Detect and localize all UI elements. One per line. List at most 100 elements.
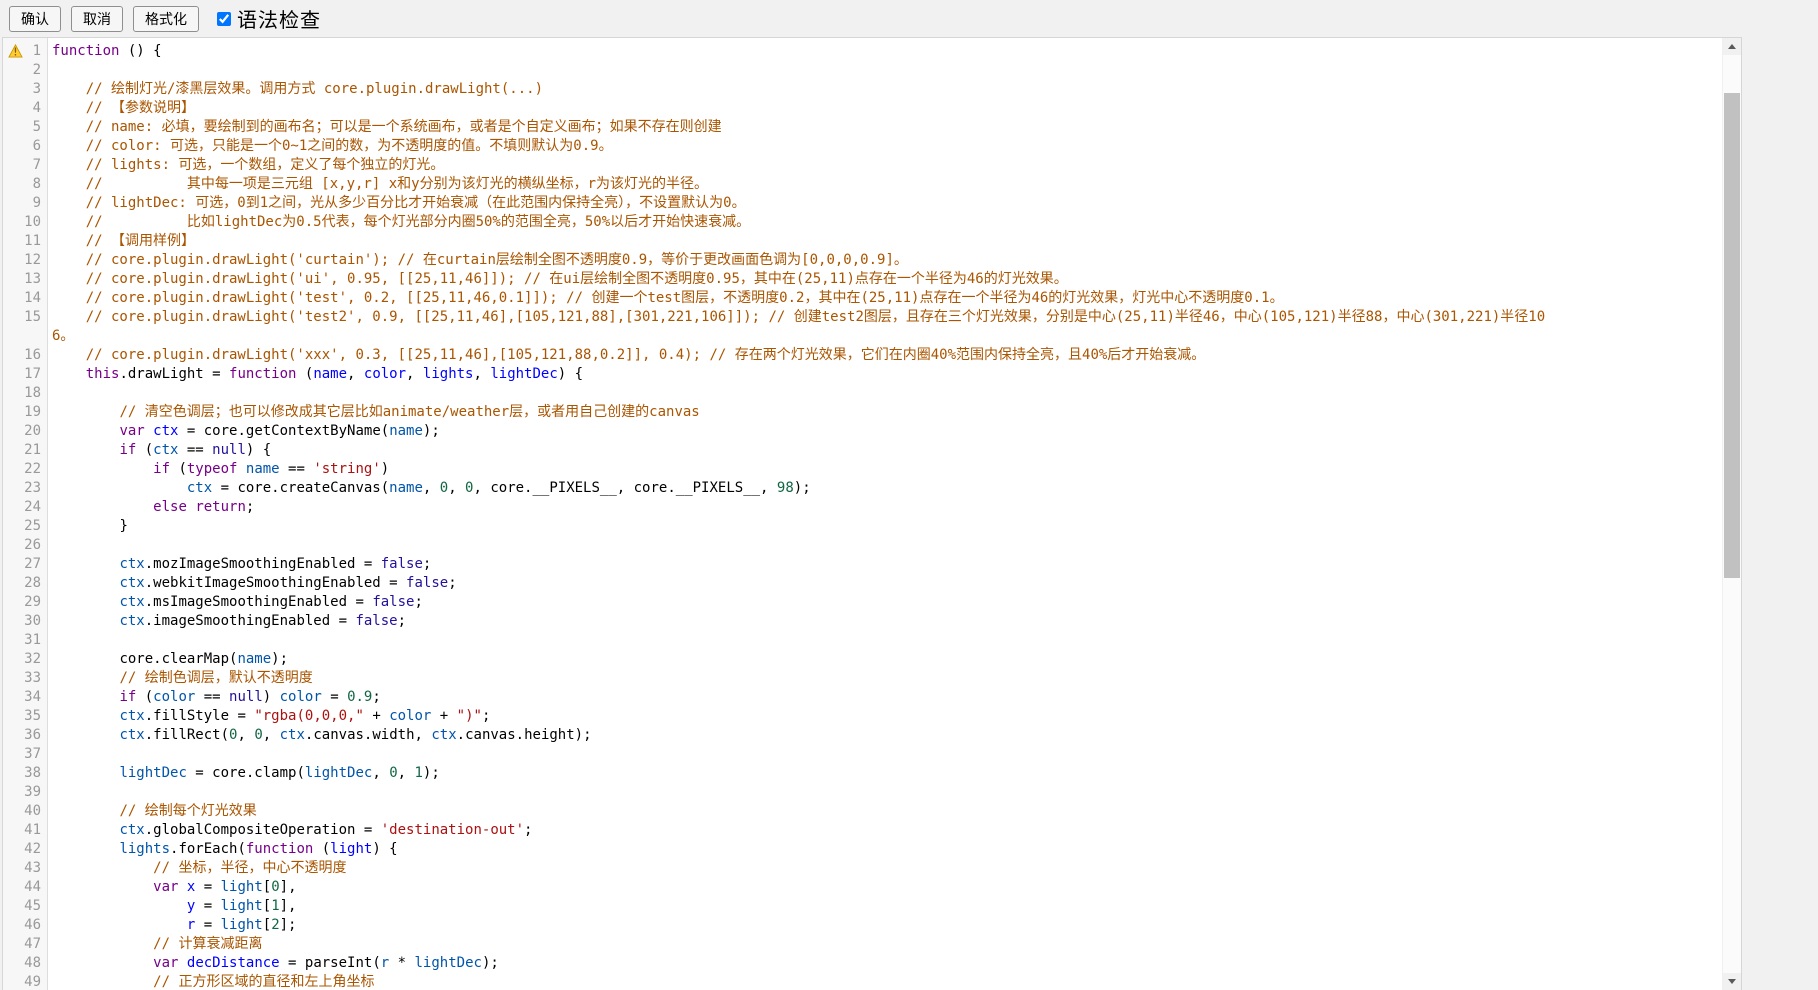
line-number: 8 bbox=[3, 175, 47, 194]
code-text[interactable]: ctx.mozImageSmoothingEnabled = false; bbox=[47, 555, 1723, 574]
code-text[interactable]: // 计算衰减距离 bbox=[47, 935, 1723, 954]
line-number: 24 bbox=[3, 498, 47, 517]
line-number: 26 bbox=[3, 536, 47, 555]
code-text[interactable]: // 【参数说明】 bbox=[47, 99, 1723, 118]
code-text[interactable]: // 正方形区域的直径和左上角坐标 bbox=[47, 973, 1723, 990]
code-text[interactable]: ctx.fillRect(0, 0, ctx.canvas.width, ctx… bbox=[47, 726, 1723, 745]
warning-icon: ! bbox=[8, 44, 23, 58]
cancel-button[interactable]: 取消 bbox=[71, 6, 123, 32]
code-editor[interactable]: !1function () {23 // 绘制灯光/漆黑层效果。调用方式 cor… bbox=[2, 37, 1742, 990]
code-text[interactable]: // core.plugin.drawLight('test', 0.2, [[… bbox=[47, 289, 1723, 308]
code-line: 32 core.clearMap(name); bbox=[3, 650, 1723, 669]
code-line: 42 lights.forEach(function (light) { bbox=[3, 840, 1723, 859]
code-line: 6 // color: 可选，只能是一个0~1之间的数，为不透明度的值。不填则默… bbox=[3, 137, 1723, 156]
code-text[interactable]: y = light[1], bbox=[47, 897, 1723, 916]
code-text[interactable]: // core.plugin.drawLight('test2', 0.9, [… bbox=[47, 308, 1723, 346]
code-text[interactable]: ctx.msImageSmoothingEnabled = false; bbox=[47, 593, 1723, 612]
script-editor-page: 确认 取消 格式化 语法检查 !1function () {23 // 绘制灯光… bbox=[0, 0, 1818, 990]
code-text[interactable]: r = light[2]; bbox=[47, 916, 1723, 935]
confirm-button[interactable]: 确认 bbox=[9, 6, 61, 32]
line-number: 40 bbox=[3, 802, 47, 821]
line-number: 46 bbox=[3, 916, 47, 935]
code-text[interactable]: var x = light[0], bbox=[47, 878, 1723, 897]
code-text[interactable]: // 比如lightDec为0.5代表，每个灯光部分内圈50%的范围全亮，50%… bbox=[47, 213, 1723, 232]
syntax-check-group: 语法检查 bbox=[217, 4, 321, 33]
code-line: 2 bbox=[3, 61, 1723, 80]
code-text[interactable]: ctx.webkitImageSmoothingEnabled = false; bbox=[47, 574, 1723, 593]
code-line: 11 // 【调用样例】 bbox=[3, 232, 1723, 251]
code-line: 31 bbox=[3, 631, 1723, 650]
code-text[interactable]: // 绘制灯光/漆黑层效果。调用方式 core.plugin.drawLight… bbox=[47, 80, 1723, 99]
code-line: 12 // core.plugin.drawLight('curtain'); … bbox=[3, 251, 1723, 270]
code-text[interactable]: function () { bbox=[47, 42, 1723, 61]
line-number: 9 bbox=[3, 194, 47, 213]
line-number: 30 bbox=[3, 612, 47, 631]
code-text[interactable]: // lights: 可选，一个数组，定义了每个独立的灯光。 bbox=[47, 156, 1723, 175]
code-text[interactable]: lights.forEach(function (light) { bbox=[47, 840, 1723, 859]
code-text[interactable]: // 坐标，半径，中心不透明度 bbox=[47, 859, 1723, 878]
code-text[interactable]: // 【调用样例】 bbox=[47, 232, 1723, 251]
code-text[interactable]: lightDec = core.clamp(lightDec, 0, 1); bbox=[47, 764, 1723, 783]
code-text[interactable] bbox=[47, 384, 1723, 403]
code-text[interactable]: var ctx = core.getContextByName(name); bbox=[47, 422, 1723, 441]
code-text[interactable]: if (ctx == null) { bbox=[47, 441, 1723, 460]
code-text[interactable]: core.clearMap(name); bbox=[47, 650, 1723, 669]
code-text[interactable]: // 其中每一项是三元组 [x,y,r] x和y分别为该灯光的横纵坐标，r为该灯… bbox=[47, 175, 1723, 194]
line-number: 48 bbox=[3, 954, 47, 973]
line-number: 47 bbox=[3, 935, 47, 954]
code-text[interactable]: if (typeof name == 'string') bbox=[47, 460, 1723, 479]
code-text[interactable]: if (color == null) color = 0.9; bbox=[47, 688, 1723, 707]
code-text[interactable]: // core.plugin.drawLight('xxx', 0.3, [[2… bbox=[47, 346, 1723, 365]
code-text[interactable]: // color: 可选，只能是一个0~1之间的数，为不透明度的值。不填则默认为… bbox=[47, 137, 1723, 156]
code-text[interactable]: ctx = core.createCanvas(name, 0, 0, core… bbox=[47, 479, 1723, 498]
code-text[interactable]: var decDistance = parseInt(r * lightDec)… bbox=[47, 954, 1723, 973]
line-number: 49 bbox=[3, 973, 47, 990]
code-text[interactable] bbox=[47, 783, 1723, 802]
scrollbar-thumb[interactable] bbox=[1724, 93, 1740, 578]
code-text[interactable]: // core.plugin.drawLight('curtain'); // … bbox=[47, 251, 1723, 270]
code-text[interactable]: // 绘制色调层，默认不透明度 bbox=[47, 669, 1723, 688]
code-line: 30 ctx.imageSmoothingEnabled = false; bbox=[3, 612, 1723, 631]
code-text[interactable]: // 绘制每个灯光效果 bbox=[47, 802, 1723, 821]
code-text[interactable] bbox=[47, 61, 1723, 80]
code-text[interactable] bbox=[47, 745, 1723, 764]
code-line: 24 else return; bbox=[3, 498, 1723, 517]
code-line: 14 // core.plugin.drawLight('test', 0.2,… bbox=[3, 289, 1723, 308]
line-number: 25 bbox=[3, 517, 47, 536]
code-line: 10 // 比如lightDec为0.5代表，每个灯光部分内圈50%的范围全亮，… bbox=[3, 213, 1723, 232]
toolbar: 确认 取消 格式化 语法检查 bbox=[0, 0, 1818, 37]
line-number: 20 bbox=[3, 422, 47, 441]
code-text[interactable]: else return; bbox=[47, 498, 1723, 517]
line-number: 17 bbox=[3, 365, 47, 384]
code-text[interactable]: // lightDec: 可选，0到1之间，光从多少百分比才开始衰减（在此范围内… bbox=[47, 194, 1723, 213]
code-text[interactable]: this.drawLight = function (name, color, … bbox=[47, 365, 1723, 384]
code-line: 36 ctx.fillRect(0, 0, ctx.canvas.width, … bbox=[3, 726, 1723, 745]
code-text[interactable]: ctx.fillStyle = "rgba(0,0,0," + color + … bbox=[47, 707, 1723, 726]
scrollbar-down-button[interactable] bbox=[1723, 973, 1741, 990]
line-number: 4 bbox=[3, 99, 47, 118]
code-line: 38 lightDec = core.clamp(lightDec, 0, 1)… bbox=[3, 764, 1723, 783]
scrollbar-up-button[interactable] bbox=[1723, 38, 1741, 55]
code-text[interactable] bbox=[47, 536, 1723, 555]
code-line: !1function () { bbox=[3, 42, 1723, 61]
format-button[interactable]: 格式化 bbox=[133, 6, 199, 32]
code-lines[interactable]: !1function () {23 // 绘制灯光/漆黑层效果。调用方式 cor… bbox=[3, 38, 1723, 990]
code-text[interactable] bbox=[47, 631, 1723, 650]
line-number: 15 bbox=[3, 308, 47, 346]
line-number: 10 bbox=[3, 213, 47, 232]
line-number: 44 bbox=[3, 878, 47, 897]
code-text[interactable]: ctx.imageSmoothingEnabled = false; bbox=[47, 612, 1723, 631]
code-text[interactable]: // core.plugin.drawLight('ui', 0.95, [[2… bbox=[47, 270, 1723, 289]
code-line: 23 ctx = core.createCanvas(name, 0, 0, c… bbox=[3, 479, 1723, 498]
line-number: 18 bbox=[3, 384, 47, 403]
vertical-scrollbar[interactable] bbox=[1722, 38, 1741, 990]
syntax-check-checkbox[interactable] bbox=[217, 12, 231, 26]
code-text[interactable]: // name: 必填，要绘制到的画布名；可以是一个系统画布，或者是个自定义画布… bbox=[47, 118, 1723, 137]
line-number: 45 bbox=[3, 897, 47, 916]
code-line: 33 // 绘制色调层，默认不透明度 bbox=[3, 669, 1723, 688]
line-number: 41 bbox=[3, 821, 47, 840]
code-text[interactable]: // 清空色调层；也可以修改成其它层比如animate/weather层，或者用… bbox=[47, 403, 1723, 422]
line-number: 21 bbox=[3, 441, 47, 460]
code-text[interactable]: ctx.globalCompositeOperation = 'destinat… bbox=[47, 821, 1723, 840]
code-text[interactable]: } bbox=[47, 517, 1723, 536]
